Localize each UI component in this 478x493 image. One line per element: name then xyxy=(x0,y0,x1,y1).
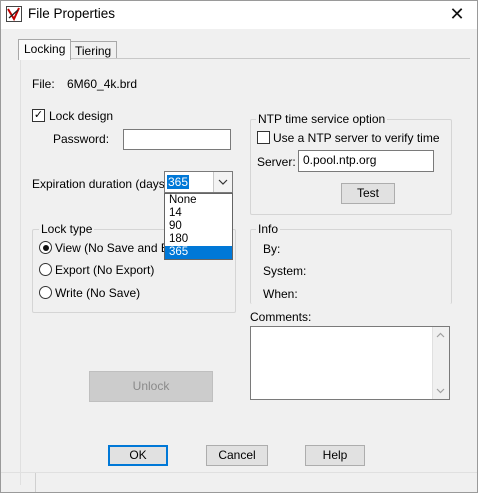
dropdown-option-14[interactable]: 14 xyxy=(165,207,232,220)
comments-label: Comments: xyxy=(250,310,312,324)
use-ntp-label: Use a NTP server to verify time xyxy=(273,131,440,145)
dropdown-button[interactable] xyxy=(213,172,232,192)
comments-textarea[interactable] xyxy=(250,326,450,400)
dropdown-option-none[interactable]: None xyxy=(165,194,232,207)
tab-tiering[interactable]: Tiering xyxy=(69,41,118,59)
help-button[interactable]: Help xyxy=(305,445,365,466)
file-label: File: xyxy=(32,77,55,91)
info-when-label: When: xyxy=(263,287,298,301)
comments-scrollbar[interactable] xyxy=(432,327,449,399)
server-value: 0.pool.ntp.org xyxy=(303,153,377,167)
lock-design-label: Lock design xyxy=(49,109,114,123)
unlock-button[interactable]: Unlock xyxy=(89,371,213,402)
radio-view[interactable] xyxy=(39,241,52,254)
cancel-button-label: Cancel xyxy=(218,448,256,462)
radio-view-label: View (No Save and Exp xyxy=(55,241,182,255)
app-icon xyxy=(6,6,22,22)
tab-locking-label: Locking xyxy=(24,42,66,56)
password-input[interactable] xyxy=(123,129,231,150)
expiration-label: Expiration duration (days): xyxy=(32,177,173,191)
chevron-down-icon xyxy=(218,179,228,185)
expiration-selected-value: 365 xyxy=(167,175,190,189)
use-ntp-checkbox[interactable] xyxy=(257,131,270,144)
radio-write-label: Write (No Save) xyxy=(55,286,141,300)
status-bar xyxy=(1,472,477,492)
title-bar: File Properties ✕ xyxy=(1,1,477,29)
cancel-button[interactable]: Cancel xyxy=(206,445,268,466)
file-name: 6M60_4k.brd xyxy=(67,77,138,91)
dropdown-option-90[interactable]: 90 xyxy=(165,220,232,233)
window-title: File Properties xyxy=(28,6,116,21)
info-system-label: System: xyxy=(263,264,307,278)
expiration-select[interactable]: 365 xyxy=(164,171,233,193)
ntp-legend: NTP time service option xyxy=(256,112,388,126)
dropdown-option-180[interactable]: 180 xyxy=(165,233,232,246)
dropdown-option-365[interactable]: 365 xyxy=(165,246,232,259)
ok-button[interactable]: OK xyxy=(108,445,168,466)
radio-export-label: Export (No Export) xyxy=(55,263,155,277)
lock-design-checkbox[interactable]: ✓ xyxy=(32,109,45,122)
ok-button-label: OK xyxy=(129,448,147,462)
tab-tiering-label: Tiering xyxy=(75,44,112,58)
unlock-button-label: Unlock xyxy=(132,379,170,393)
scroll-down-icon[interactable] xyxy=(436,388,445,394)
radio-export[interactable] xyxy=(39,263,52,276)
help-button-label: Help xyxy=(322,448,348,462)
tab-locking[interactable]: Locking xyxy=(18,39,72,60)
file-properties-window: File Properties ✕ Locking Tiering File: … xyxy=(0,0,478,493)
server-label: Server: xyxy=(257,155,296,169)
status-bar-divider xyxy=(35,473,36,492)
server-input[interactable]: 0.pool.ntp.org xyxy=(298,150,434,172)
test-button[interactable]: Test xyxy=(341,183,395,204)
radio-write[interactable] xyxy=(39,286,52,299)
info-legend: Info xyxy=(256,222,281,236)
lock-type-legend: Lock type xyxy=(39,222,95,236)
scroll-up-icon[interactable] xyxy=(436,332,445,338)
password-label: Password: xyxy=(53,132,110,146)
close-icon[interactable]: ✕ xyxy=(443,2,471,26)
expiration-dropdown-list: None 14 90 180 365 xyxy=(164,193,233,260)
info-by-label: By: xyxy=(263,242,281,256)
test-button-label: Test xyxy=(356,186,379,200)
